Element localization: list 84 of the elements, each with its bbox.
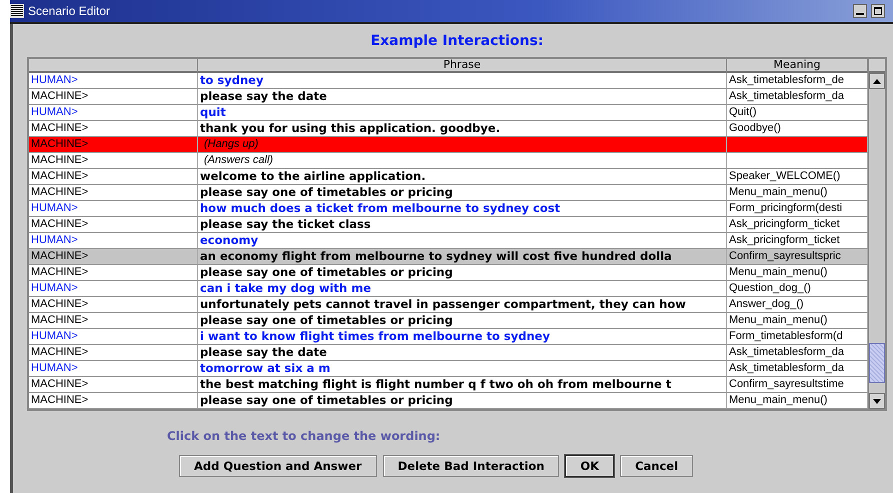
table-row[interactable]: HUMAN> economy Ask_pricingform_ticket bbox=[29, 233, 868, 249]
dialog-button[interactable]: Add Question and Answer bbox=[179, 455, 377, 477]
column-header[interactable]: Meaning bbox=[727, 59, 868, 73]
dialog-button[interactable]: Delete Bad Interaction bbox=[382, 455, 560, 477]
speaker-cell: MACHINE> bbox=[29, 297, 198, 312]
menu-icon[interactable] bbox=[10, 4, 24, 18]
phrase-cell[interactable]: quit bbox=[198, 105, 727, 120]
table-row[interactable]: MACHINE> an economy flight from melbourne to sydney will cost five hundred dolla Confirm_sayresultspric bbox=[29, 249, 868, 265]
column-header[interactable] bbox=[29, 59, 198, 73]
table-row[interactable]: MACHINE> please say one of timetables or pricing Menu_main_menu() bbox=[29, 313, 868, 329]
window-title: Scenario Editor bbox=[28, 4, 112, 18]
phrase-cell[interactable]: thank you for using this application. goodbye. bbox=[198, 121, 727, 136]
table-row[interactable]: MACHINE> (Answers call) bbox=[29, 153, 868, 169]
speaker-cell: HUMAN> bbox=[29, 281, 198, 296]
speaker-cell: MACHINE> bbox=[29, 265, 198, 280]
table-row[interactable]: HUMAN> can i take my dog with me Question_dog_() bbox=[29, 281, 868, 297]
table-row[interactable]: HUMAN> to sydney Ask_timetablesform_de bbox=[29, 73, 868, 89]
table-row[interactable]: MACHINE> please say the ticket class Ask_pricingform_ticket bbox=[29, 217, 868, 233]
table-row[interactable]: MACHINE> thank you for using this application. goodbye. Goodbye() bbox=[29, 121, 868, 137]
column-header[interactable]: Phrase bbox=[198, 59, 727, 73]
phrase-cell[interactable]: please say the ticket class bbox=[198, 217, 727, 232]
table-row[interactable]: HUMAN> quit Quit() bbox=[29, 105, 868, 121]
phrase-cell[interactable]: please say the date bbox=[198, 345, 727, 360]
phrase-cell[interactable]: i want to know flight times from melbourne to sydney bbox=[198, 329, 727, 344]
maximize-button[interactable] bbox=[871, 4, 885, 18]
minimize-button[interactable] bbox=[853, 4, 867, 18]
maximize-icon bbox=[874, 7, 882, 15]
dialog-button[interactable]: OK bbox=[565, 455, 614, 477]
speaker-cell: MACHINE> bbox=[29, 217, 198, 232]
phrase-cell[interactable]: how much does a ticket from melbourne to sydney cost bbox=[198, 201, 727, 216]
speaker-cell: MACHINE> bbox=[29, 137, 198, 152]
phrase-cell[interactable]: (Hangs up) bbox=[198, 137, 727, 152]
scroll-thumb[interactable] bbox=[869, 343, 885, 383]
speaker-cell: HUMAN> bbox=[29, 233, 198, 248]
speaker-cell: MACHINE> bbox=[29, 185, 198, 200]
scrollbar[interactable] bbox=[868, 59, 885, 409]
up-arrow-icon bbox=[873, 78, 881, 84]
phrase-cell[interactable]: welcome to the airline application. bbox=[198, 169, 727, 184]
table-row[interactable]: MACHINE> please say one of timetables or pricing Menu_main_menu() bbox=[29, 393, 868, 409]
speaker-cell: MACHINE> bbox=[29, 345, 198, 360]
phrase-cell[interactable]: to sydney bbox=[198, 73, 727, 88]
speaker-cell: HUMAN> bbox=[29, 329, 198, 344]
phrase-cell[interactable]: an economy flight from melbourne to sydney will cost five hundred dolla bbox=[198, 249, 727, 264]
scrollbar-corner bbox=[869, 59, 885, 73]
speaker-cell: MACHINE> bbox=[29, 89, 198, 104]
phrase-cell[interactable]: can i take my dog with me bbox=[198, 281, 727, 296]
section-heading: Example Interactions: bbox=[370, 32, 544, 51]
phrase-cell[interactable]: the best matching flight is flight number q f two oh oh from melbourne t bbox=[198, 377, 727, 392]
speaker-cell: MACHINE> bbox=[29, 153, 198, 168]
speaker-cell: HUMAN> bbox=[29, 73, 198, 88]
speaker-cell: MACHINE> bbox=[29, 169, 198, 184]
phrase-cell[interactable]: economy bbox=[198, 233, 727, 248]
speaker-cell: HUMAN> bbox=[29, 201, 198, 216]
phrase-cell[interactable]: unfortunately pets cannot travel in passenger compartment, they can how bbox=[198, 297, 727, 312]
dialog-button[interactable]: Cancel bbox=[620, 455, 694, 477]
phrase-cell[interactable]: tomorrow at six a m bbox=[198, 361, 727, 376]
phrase-cell[interactable]: please say one of timetables or pricing bbox=[198, 265, 727, 280]
speaker-cell: MACHINE> bbox=[29, 313, 198, 328]
table-row[interactable]: HUMAN> tomorrow at six a m Ask_timetablesform_da bbox=[29, 361, 868, 377]
table-row[interactable]: MACHINE> please say one of timetables or pricing Menu_main_menu() bbox=[29, 265, 868, 281]
table-row[interactable]: MACHINE> please say one of timetables or pricing Menu_main_menu() bbox=[29, 185, 868, 201]
phrase-cell[interactable]: please say one of timetables or pricing bbox=[198, 393, 727, 408]
speaker-cell: MACHINE> bbox=[29, 393, 198, 408]
table-row[interactable]: HUMAN> i want to know flight times from melbourne to sydney Form_timetablesform(d bbox=[29, 329, 868, 345]
table-row[interactable]: MACHINE> welcome to the airline application. Speaker_WELCOME() bbox=[29, 169, 868, 185]
table-row[interactable]: MACHINE> the best matching flight is flight number q f two oh oh from melbourne t Confirm_sayresultstime bbox=[29, 377, 868, 393]
phrase-cell[interactable]: please say one of timetables or pricing bbox=[198, 313, 727, 328]
table-row[interactable]: HUMAN> how much does a ticket from melbourne to sydney cost Form_pricingform(desti bbox=[29, 201, 868, 217]
table-row[interactable]: MACHINE> please say the date Ask_timetablesform_da bbox=[29, 89, 868, 105]
table-row[interactable]: MACHINE> (Hangs up) bbox=[29, 137, 868, 153]
phrase-cell[interactable]: (Answers call) bbox=[198, 153, 727, 168]
table-row[interactable]: MACHINE> unfortunately pets cannot travel in passenger compartment, they can how Answer_dog_() bbox=[29, 297, 868, 313]
speaker-cell: HUMAN> bbox=[29, 105, 198, 120]
speaker-cell: MACHINE> bbox=[29, 249, 198, 264]
table-row[interactable]: MACHINE> please say the date Ask_timetablesform_da bbox=[29, 345, 868, 361]
scroll-down-button[interactable] bbox=[869, 393, 885, 409]
speaker-cell: MACHINE> bbox=[29, 121, 198, 136]
hint-text: Click on the text to change the wording: bbox=[167, 429, 442, 443]
scroll-up-button[interactable] bbox=[869, 73, 885, 89]
speaker-cell: MACHINE> bbox=[29, 377, 198, 392]
phrase-cell[interactable]: please say one of timetables or pricing bbox=[198, 185, 727, 200]
down-arrow-icon bbox=[873, 398, 881, 404]
phrase-cell[interactable]: please say the date bbox=[198, 89, 727, 104]
speaker-cell: HUMAN> bbox=[29, 361, 198, 376]
